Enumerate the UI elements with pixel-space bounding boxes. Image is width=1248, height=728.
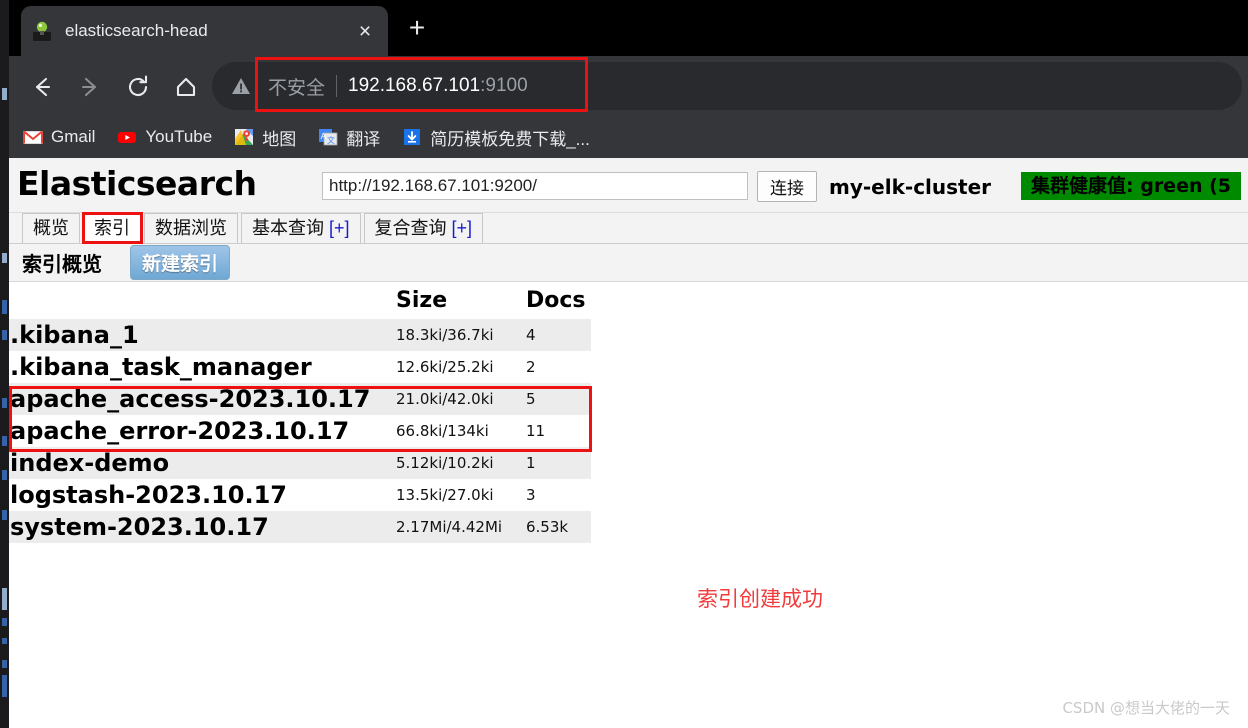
- index-name: .kibana_1: [9, 319, 388, 351]
- table-row[interactable]: apache_error-2023.10.17 66.8ki/134ki 11: [9, 415, 591, 447]
- table-row[interactable]: apache_access-2023.10.17 21.0ki/42.0ki 5: [9, 383, 591, 415]
- index-docs: 2: [522, 351, 591, 383]
- bookmark-translate[interactable]: A 文 翻译: [318, 125, 380, 150]
- tab-label: 数据浏览: [155, 218, 227, 238]
- index-name: logstash-2023.10.17: [9, 479, 388, 511]
- index-name: apache_access-2023.10.17: [9, 383, 388, 415]
- bookmark-resume-template[interactable]: 简历模板免费下载_...: [402, 125, 590, 150]
- index-docs: 4: [522, 319, 591, 351]
- bookmarks-bar: Gmail YouTube 地图 A 文 翻译 简历模板免费下载_...: [9, 116, 1248, 158]
- svg-text:文: 文: [327, 135, 335, 145]
- annotation-note: 索引创建成功: [697, 587, 823, 611]
- table-row[interactable]: system-2023.10.17 2.17Mi/4.42Mi 6.53k: [9, 511, 591, 543]
- close-tab-icon[interactable]: ×: [352, 21, 378, 42]
- tab-expand-icon[interactable]: [+]: [452, 218, 473, 238]
- bookmark-label: 简历模板免费下载_...: [430, 129, 590, 149]
- table-row[interactable]: index-demo 5.12ki/10.2ki 1: [9, 447, 591, 479]
- index-size: 66.8ki/134ki: [388, 415, 522, 447]
- forward-arrow-icon[interactable]: [73, 70, 107, 104]
- index-size: 2.17Mi/4.42Mi: [388, 511, 522, 543]
- index-docs: 11: [522, 415, 591, 447]
- table-row[interactable]: .kibana_task_manager 12.6ki/25.2ki 2: [9, 351, 591, 383]
- index-name: .kibana_task_manager: [9, 351, 388, 383]
- url-port: :9100: [480, 75, 528, 96]
- tab-label: 概览: [33, 218, 69, 238]
- watermark: CSDN @想当大佬的一天: [1062, 699, 1230, 717]
- bookmark-youtube[interactable]: YouTube: [117, 127, 212, 147]
- index-name: system-2023.10.17: [9, 511, 388, 543]
- address-bar-divider: [336, 75, 338, 97]
- bookmark-label: Gmail: [51, 127, 96, 146]
- address-bar[interactable]: 不安全 192.168.67.101:9100: [212, 62, 1242, 110]
- reload-icon[interactable]: [121, 70, 155, 104]
- tab-basic-query[interactable]: 基本查询 [+]: [241, 213, 361, 243]
- cluster-url-input[interactable]: [322, 172, 748, 200]
- indices-table-wrapper: Size Docs .kibana_1 18.3ki/36.7ki 4 .kib…: [9, 282, 1248, 543]
- elasticsearch-head-favicon-icon: [31, 20, 53, 42]
- back-arrow-icon[interactable]: [25, 70, 59, 104]
- bookmark-label: YouTube: [145, 127, 213, 146]
- google-maps-icon: [234, 127, 254, 147]
- index-docs: 3: [522, 479, 591, 511]
- index-size: 13.5ki/27.0ki: [388, 479, 522, 511]
- cluster-health-badge: 集群健康值: green (5: [1021, 172, 1242, 200]
- browser-tab[interactable]: elasticsearch-head ×: [21, 6, 388, 56]
- table-row[interactable]: .kibana_1 18.3ki/36.7ki 4: [9, 319, 591, 351]
- index-name: index-demo: [9, 447, 388, 479]
- tab-strip: elasticsearch-head × +: [9, 0, 1248, 56]
- home-icon[interactable]: [169, 70, 203, 104]
- table-row[interactable]: logstash-2023.10.17 13.5ki/27.0ki 3: [9, 479, 591, 511]
- new-tab-button[interactable]: +: [401, 13, 433, 45]
- tab-compound-query[interactable]: 复合查询 [+]: [363, 213, 484, 243]
- youtube-icon: [117, 127, 137, 147]
- index-size: 21.0ki/42.0ki: [388, 383, 522, 415]
- new-index-button[interactable]: 新建索引: [130, 245, 231, 280]
- window-left-edge: [0, 0, 9, 728]
- url-host: 192.168.67.101: [348, 75, 481, 96]
- address-bar-text: 不安全 192.168.67.101:9100: [268, 62, 528, 110]
- not-secure-label: 不安全: [268, 77, 326, 99]
- app-logo: Elasticsearch: [17, 164, 257, 203]
- index-docs: 5: [522, 383, 591, 415]
- tab-title: elasticsearch-head: [65, 21, 208, 40]
- column-header-name: [9, 282, 388, 319]
- index-docs: 6.53k: [522, 511, 591, 543]
- tab-label: 索引: [94, 218, 130, 238]
- tab-indices[interactable]: 索引: [83, 213, 141, 243]
- tab-data-browse[interactable]: 数据浏览: [144, 213, 238, 243]
- index-docs: 1: [522, 447, 591, 479]
- index-size: 5.12ki/10.2ki: [388, 447, 522, 479]
- elasticsearch-head-page: Elasticsearch 连接 my-elk-cluster 集群健康值: g…: [9, 158, 1248, 728]
- index-name: apache_error-2023.10.17: [9, 415, 388, 447]
- gmail-icon: [23, 127, 43, 147]
- app-header: Elasticsearch 连接 my-elk-cluster 集群健康值: g…: [9, 158, 1248, 213]
- connect-button[interactable]: 连接: [757, 171, 817, 202]
- download-icon: [402, 127, 422, 147]
- not-secure-warning-icon[interactable]: [230, 75, 252, 97]
- bookmark-maps[interactable]: 地图: [234, 125, 296, 150]
- tab-expand-icon[interactable]: [+]: [329, 218, 350, 238]
- google-translate-icon: A 文: [318, 127, 338, 147]
- cluster-name: my-elk-cluster: [829, 175, 992, 199]
- bookmark-label: 地图: [262, 129, 297, 149]
- app-tab-bar: 概览 索引 数据浏览 基本查询 [+] 复合查询 [+]: [9, 212, 1248, 244]
- column-header-docs: Docs: [522, 282, 591, 319]
- indices-overview-title: 索引概览: [22, 252, 102, 276]
- index-size: 18.3ki/36.7ki: [388, 319, 522, 351]
- browser-chrome: elasticsearch-head × + 不安全 192.168.67.10…: [9, 0, 1248, 158]
- column-header-size: Size: [388, 282, 522, 319]
- index-size: 12.6ki/25.2ki: [388, 351, 522, 383]
- table-header-row: Size Docs: [9, 282, 591, 319]
- tab-overview[interactable]: 概览: [22, 213, 80, 243]
- indices-table: Size Docs .kibana_1 18.3ki/36.7ki 4 .kib…: [9, 282, 591, 543]
- bookmark-gmail[interactable]: Gmail: [23, 127, 95, 147]
- indices-subbar: 索引概览 新建索引: [9, 244, 1248, 282]
- browser-toolbar: 不安全 192.168.67.101:9100: [9, 56, 1248, 116]
- tab-label: 复合查询: [374, 218, 447, 238]
- tab-label: 基本查询: [252, 218, 324, 238]
- bookmark-label: 翻译: [346, 129, 381, 149]
- svg-text:A: A: [321, 132, 327, 141]
